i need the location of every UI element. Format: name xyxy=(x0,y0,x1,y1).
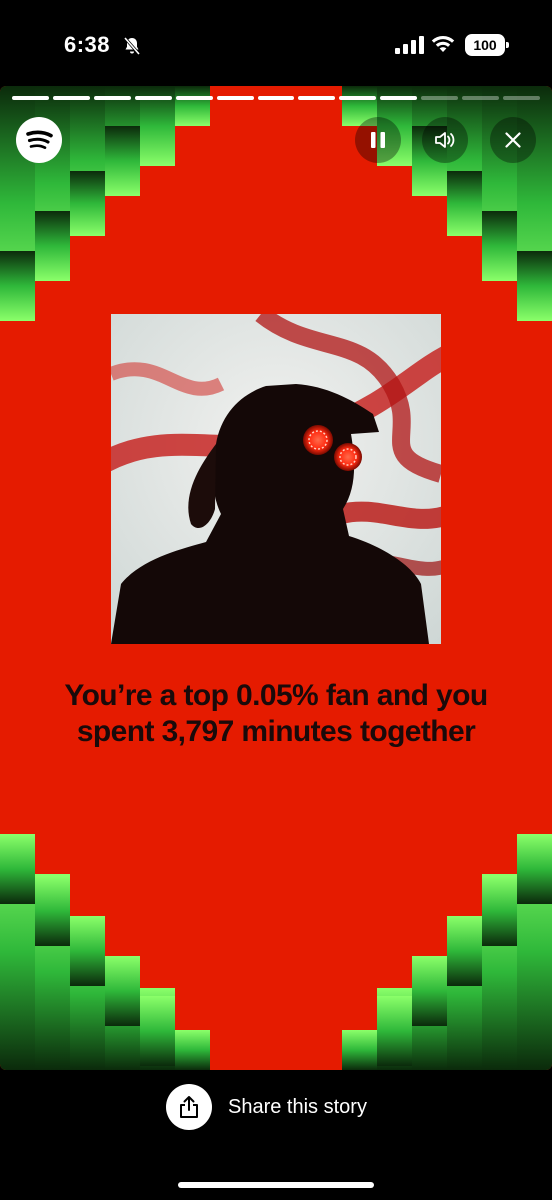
share-label[interactable]: Share this story xyxy=(228,1096,367,1119)
progress-segment xyxy=(380,96,418,100)
bell-muted-icon xyxy=(123,37,141,55)
progress-segment xyxy=(339,96,377,100)
progress-segment xyxy=(52,96,90,100)
story-headline: You’re a top 0.05% fan and you spent 3,7… xyxy=(64,679,488,748)
home-indicator[interactable] xyxy=(178,1182,374,1188)
speaker-icon xyxy=(435,132,455,148)
cellular-signal-icon xyxy=(395,36,424,54)
progress-segment xyxy=(257,96,295,100)
spotify-logo xyxy=(16,117,62,163)
pause-icon xyxy=(371,132,385,148)
progress-segment xyxy=(298,96,336,100)
progress-segment xyxy=(134,96,172,100)
progress-segment xyxy=(421,96,459,100)
progress-segment xyxy=(93,96,131,100)
status-time: 6:38 xyxy=(64,32,111,57)
artist-image xyxy=(111,314,441,644)
progress-segment xyxy=(175,96,213,100)
share-icon xyxy=(180,1096,198,1118)
spotify-icon xyxy=(26,130,53,149)
sound-button[interactable] xyxy=(422,117,468,163)
battery-indicator: 100 xyxy=(465,34,509,56)
progress-segment xyxy=(216,96,254,100)
close-icon xyxy=(505,132,521,148)
status-bar: 6:38 100 xyxy=(0,0,552,90)
progress-segment xyxy=(503,96,540,100)
story-progress-bar xyxy=(12,96,540,100)
share-button-circle[interactable] xyxy=(166,1084,212,1130)
progress-segment xyxy=(12,96,49,100)
share-story-button[interactable]: Share this story xyxy=(166,1084,367,1130)
battery-level: 100 xyxy=(473,37,497,53)
progress-segment xyxy=(462,96,500,100)
close-button[interactable] xyxy=(490,117,536,163)
wifi-icon xyxy=(431,36,455,52)
pause-button[interactable] xyxy=(355,117,401,163)
